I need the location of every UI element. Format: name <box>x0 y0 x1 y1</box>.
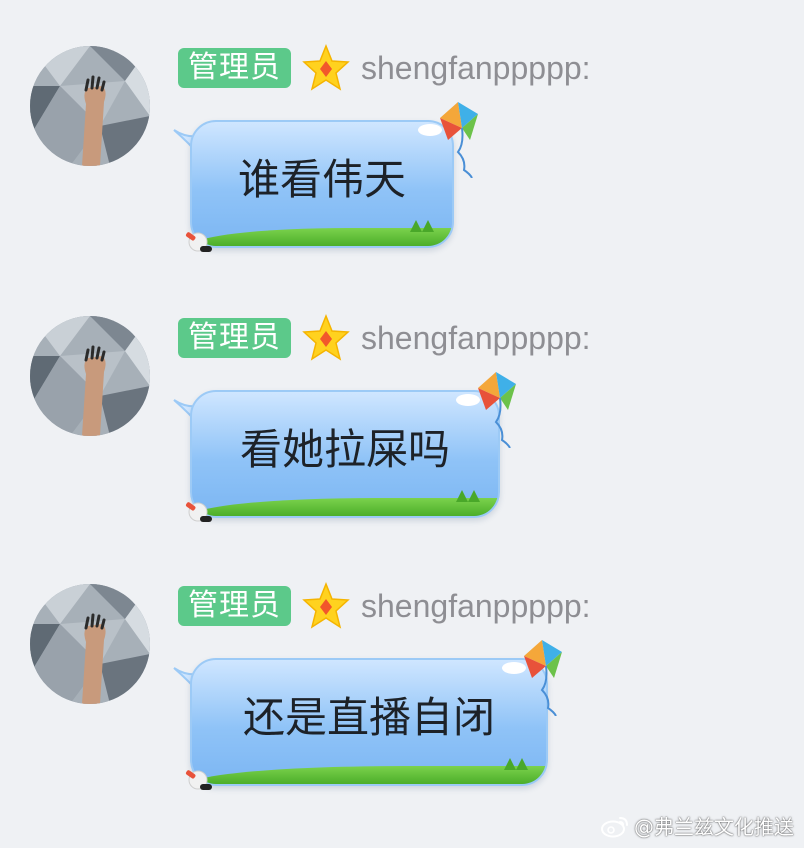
watermark-text: @弗兰兹文化推送 <box>634 815 794 839</box>
kite-icon <box>456 372 516 448</box>
chat-message: 管理员 shengfanppppp: 谁看伟天 <box>0 0 804 252</box>
message-header: 管理员 shengfanppppp: <box>178 43 591 91</box>
avatar-image <box>30 316 150 436</box>
star-icon <box>302 43 350 91</box>
kite-icon <box>418 102 478 178</box>
avatar[interactable] <box>30 316 150 436</box>
message-bubble[interactable]: 谁看伟天 <box>190 120 454 248</box>
bubble-decoration-icon <box>185 770 212 790</box>
avatar-image <box>30 584 150 704</box>
grass-tuft <box>422 220 434 232</box>
bubble-decoration-icon <box>185 502 212 522</box>
role-badge: 管理员 <box>178 48 291 88</box>
grass-tuft <box>516 758 528 770</box>
username[interactable]: shengfanppppp: <box>361 320 591 357</box>
role-badge: 管理员 <box>178 586 291 626</box>
kite-icon <box>502 640 562 716</box>
star-icon <box>302 313 350 361</box>
grass-tuft <box>456 490 468 502</box>
avatar-image <box>30 46 150 166</box>
weibo-icon <box>601 816 628 837</box>
message-bubble[interactable]: 看她拉屎吗 <box>190 390 500 518</box>
message-text: 谁看伟天 <box>237 155 406 204</box>
chat-message: 管理员 shengfanppppp: 还是直播自闭 <box>0 538 804 790</box>
message-text: 看她拉屎吗 <box>239 425 450 474</box>
grass-tuft <box>468 490 480 502</box>
message-bubble[interactable]: 还是直播自闭 <box>190 658 548 786</box>
message-header: 管理员 shengfanppppp: <box>178 313 591 361</box>
username[interactable]: shengfanppppp: <box>361 50 591 87</box>
bubble-decoration-icon <box>185 232 212 252</box>
role-badge: 管理员 <box>178 318 291 358</box>
bubble-grass <box>192 766 546 784</box>
username[interactable]: shengfanppppp: <box>361 588 591 625</box>
avatar[interactable] <box>30 584 150 704</box>
avatar[interactable] <box>30 46 150 166</box>
grass-tuft <box>504 758 516 770</box>
star-icon <box>302 581 350 629</box>
message-header: 管理员 shengfanppppp: <box>178 581 591 629</box>
bubble-grass <box>192 498 498 516</box>
watermark: @弗兰兹文化推送 <box>600 811 794 840</box>
message-text: 还是直播自闭 <box>242 693 495 742</box>
grass-tuft <box>410 220 422 232</box>
chat-message: 管理员 shengfanppppp: 看她拉屎吗 <box>0 270 804 522</box>
